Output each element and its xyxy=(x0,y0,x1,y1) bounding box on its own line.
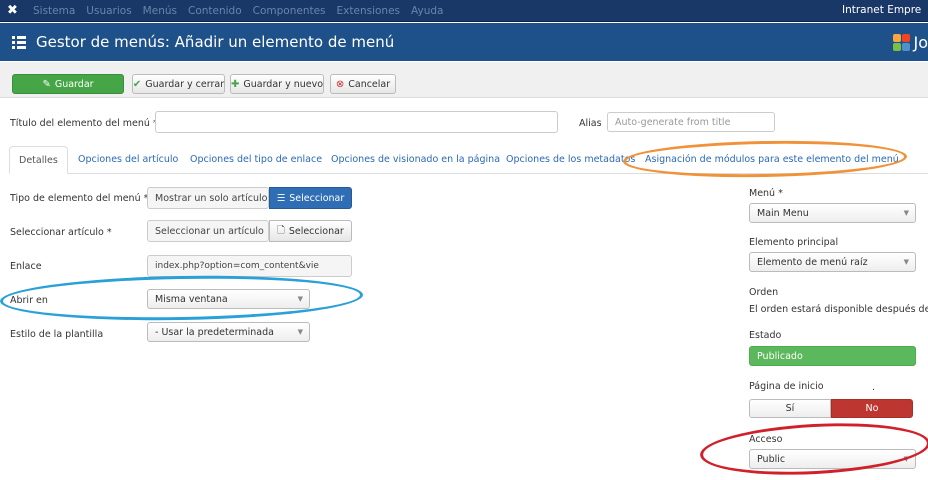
status-value: Publicado xyxy=(757,351,803,362)
top-menu: Sistema Usuarios Menús Contenido Compone… xyxy=(33,5,454,17)
cancel-label: Cancelar xyxy=(348,78,391,90)
select-article-label: Seleccionar artículo * xyxy=(10,227,112,238)
order-label: Orden xyxy=(749,287,779,298)
menu-item-type-field: Mostrar un solo artículo xyxy=(147,187,269,209)
joomla-logo-text: Jo xyxy=(913,33,928,52)
parent-item-value: Elemento de menú raíz xyxy=(757,257,868,268)
tab-bar: Detalles Opciones del artículo Opciones … xyxy=(9,146,928,174)
title-label: Título del elemento del menú * xyxy=(10,118,158,129)
save-close-button[interactable]: ✔ Guardar y cerrar xyxy=(132,74,225,94)
tab-opciones-visionado[interactable]: Opciones de visionado en la página xyxy=(331,146,500,174)
access-select[interactable]: Public ▼ xyxy=(749,449,916,469)
template-style-label: Estilo de la plantilla xyxy=(10,329,104,340)
order-note: El orden estará disponible después de gu xyxy=(749,304,928,315)
joomla-logo-icon xyxy=(893,33,911,52)
menu-item-usuarios[interactable]: Usuarios xyxy=(86,5,131,17)
toolbar: ✎ Guardar ✔ Guardar y cerrar ✚ Guardar y… xyxy=(0,62,928,98)
file-icon: 🗋 xyxy=(277,225,285,236)
status-label: Estado xyxy=(749,330,782,341)
tab-opciones-articulo[interactable]: Opciones del artículo xyxy=(78,146,178,174)
alias-label: Alias xyxy=(579,118,602,129)
open-in-value: Misma ventana xyxy=(155,294,228,305)
caret-down-icon: ▼ xyxy=(903,258,909,266)
menu-item-componentes[interactable]: Componentes xyxy=(253,5,326,17)
template-style-value: - Usar la predeterminada xyxy=(155,327,274,338)
home-yes-button[interactable]: Sí xyxy=(749,399,831,418)
title-input[interactable] xyxy=(155,111,558,133)
open-in-label: Abrir en xyxy=(10,295,48,306)
caret-down-icon: ▼ xyxy=(297,328,303,336)
menu-item-extensiones[interactable]: Extensiones xyxy=(337,5,400,17)
caret-down-icon: ▼ xyxy=(903,209,909,217)
menu-value: Main Menu xyxy=(757,208,809,219)
alias-input[interactable]: Auto-generate from title xyxy=(607,112,775,132)
menu-item-type-label: Tipo de elemento del menú * xyxy=(10,193,149,204)
site-name-link[interactable]: Intranet Empre xyxy=(842,4,928,16)
home-page-label: Página de inicio xyxy=(749,381,824,392)
access-value: Public xyxy=(757,454,786,465)
cancel-icon: ⊗ xyxy=(335,78,345,90)
menu-label: Menú * xyxy=(749,188,783,199)
edit-icon: ✎ xyxy=(42,78,51,90)
select-article-button[interactable]: 🗋 Seleccionar xyxy=(269,220,352,242)
home-no-button[interactable]: No xyxy=(831,399,913,418)
save-button[interactable]: ✎ Guardar xyxy=(12,74,124,94)
select-type-button[interactable]: ☰ Seleccionar xyxy=(269,187,352,209)
menu-item-sistema[interactable]: Sistema xyxy=(33,5,75,17)
open-in-select[interactable]: Misma ventana ▼ xyxy=(147,289,310,309)
link-label: Enlace xyxy=(10,261,42,272)
menu-select[interactable]: Main Menu ▼ xyxy=(749,203,916,223)
home-page-toggle[interactable]: Sí No xyxy=(749,399,913,418)
caret-down-icon: ▼ xyxy=(903,455,909,463)
tab-opciones-tipo-enlace[interactable]: Opciones del tipo de enlace xyxy=(190,146,322,174)
list-icon xyxy=(12,35,26,49)
joomla-logo: Jo xyxy=(893,33,928,52)
menu-item-contenido[interactable]: Contenido xyxy=(188,5,242,17)
check-icon: ✔ xyxy=(132,78,142,90)
cancel-button[interactable]: ⊗ Cancelar xyxy=(330,74,396,94)
menu-item-ayuda[interactable]: Ayuda xyxy=(411,5,443,17)
top-navbar: ✖ Sistema Usuarios Menús Contenido Compo… xyxy=(0,0,928,22)
parent-item-label: Elemento principal xyxy=(749,237,839,248)
access-label: Acceso xyxy=(749,434,783,445)
page-title: Gestor de menús: Añadir un elemento de m… xyxy=(36,33,395,51)
page-header: Gestor de menús: Añadir un elemento de m… xyxy=(0,23,928,61)
link-field: index.php?option=com_content&vie xyxy=(147,255,352,277)
home-page-dot: . xyxy=(872,382,876,393)
save-close-label: Guardar y cerrar xyxy=(145,78,225,90)
select-article-button-label: Seleccionar xyxy=(288,225,344,237)
plus-icon: ✚ xyxy=(230,78,240,90)
menu-item-menus[interactable]: Menús xyxy=(143,5,177,17)
joomla-x-icon[interactable]: ✖ xyxy=(7,3,25,18)
select-article-field: Seleccionar un artículo xyxy=(147,220,269,242)
save-button-label: Guardar xyxy=(54,78,94,90)
save-new-label: Guardar y nuevo xyxy=(243,78,324,90)
tab-asignacion-modulos[interactable]: Asignación de módulos para este elemento… xyxy=(645,146,899,174)
save-new-button[interactable]: ✚ Guardar y nuevo xyxy=(230,74,324,94)
tab-detalles[interactable]: Detalles xyxy=(9,146,68,174)
template-style-select[interactable]: - Usar la predeterminada ▼ xyxy=(147,322,310,342)
parent-item-select[interactable]: Elemento de menú raíz ▼ xyxy=(749,252,916,272)
list-icon: ☰ xyxy=(276,192,286,204)
select-type-label: Seleccionar xyxy=(289,192,345,204)
status-select[interactable]: Publicado xyxy=(749,346,916,366)
tab-opciones-metadatos[interactable]: Opciones de los metadatos xyxy=(506,146,635,174)
caret-down-icon: ▼ xyxy=(297,295,303,303)
